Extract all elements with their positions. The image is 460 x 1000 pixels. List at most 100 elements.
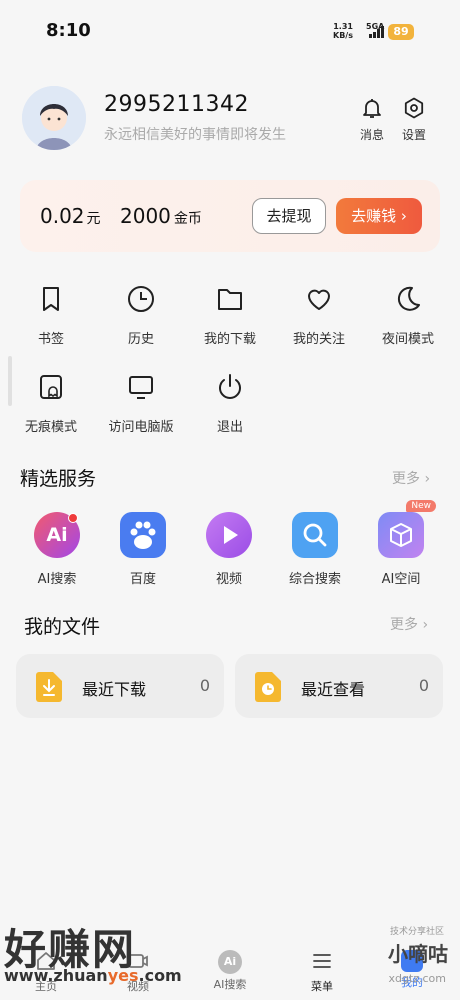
ai-icon-text: Ai — [223, 955, 237, 968]
wallet-card: 0.02 元 2000 金币 去提现 去赚钱 › — [20, 180, 440, 252]
watermark-url-part: www.zhuan — [4, 966, 108, 985]
watermark-url-highlight: yes — [107, 966, 139, 985]
service-video[interactable]: 视频 — [189, 512, 269, 587]
shortcut-label: 我的下载 — [203, 332, 256, 347]
ai-search-icon: Ai — [34, 512, 80, 558]
baidu-paw-icon — [120, 512, 166, 558]
battery-indicator: 89 — [388, 24, 414, 40]
shortcut-label: 访问电脑版 — [108, 420, 174, 435]
signal-icon — [369, 26, 384, 38]
shortcut-night-mode[interactable]: 夜间模式 — [368, 284, 448, 347]
service-general-search[interactable]: 综合搜索 — [275, 512, 355, 587]
files-title: 我的文件 — [24, 616, 101, 638]
shortcut-label: 夜间模式 — [381, 332, 434, 347]
nav-menu[interactable]: 菜单 — [290, 950, 354, 994]
file-card-count: 0 — [199, 676, 210, 695]
file-card-count: 0 — [418, 676, 429, 695]
heart-icon — [308, 289, 330, 310]
magnifier-glyph — [303, 523, 327, 547]
shortcut-desktop-site[interactable]: 访问电脑版 — [101, 372, 181, 435]
chevron-right-icon: › — [396, 207, 407, 225]
ai-space-cube-icon: New — [378, 500, 436, 558]
service-baidu[interactable]: 百度 — [103, 512, 183, 587]
shortcut-label: 我的关注 — [292, 332, 345, 347]
nav-label: AI搜索 — [213, 978, 247, 991]
service-label: 视频 — [215, 572, 242, 587]
chevron-right-icon: › — [420, 471, 431, 487]
messages-label: 消息 — [359, 128, 384, 142]
avatar-illustration — [22, 86, 86, 150]
coin-unit: 金币 — [173, 211, 202, 227]
download-file-icon — [36, 672, 62, 702]
recently-viewed-card[interactable]: 最近查看 0 — [235, 654, 443, 718]
status-bar: 8:10 1.31 KB/s 5GA 89 — [0, 0, 460, 60]
ghost-icon — [40, 375, 62, 399]
net-speed-unit: KB/s — [333, 31, 353, 40]
service-label: 百度 — [129, 572, 156, 587]
gear-icon — [404, 97, 424, 119]
bell-icon — [363, 99, 381, 118]
profile-header: 2995211342 永远相信美好的事情即将发生 消息 设置 — [0, 80, 460, 160]
messages-button[interactable]: 消息 — [350, 96, 394, 143]
ai-icon: Ai — [218, 950, 242, 974]
service-ai-space[interactable]: New AI空间 — [361, 500, 441, 587]
moon-icon — [397, 286, 420, 311]
search-icon — [292, 512, 338, 558]
settings-button[interactable]: 设置 — [392, 96, 436, 143]
bookmark-icon — [43, 287, 59, 311]
paw-glyph — [130, 521, 156, 549]
watermark-right-tagline: 技术分享社区 — [389, 927, 444, 937]
user-id: 2995211342 — [104, 92, 249, 117]
clock-icon — [128, 286, 154, 312]
featured-more-label: 更多 — [392, 471, 420, 487]
shortcut-downloads[interactable]: 我的下载 — [190, 284, 270, 347]
chevron-right-icon: › — [418, 617, 429, 633]
files-more-label: 更多 — [390, 617, 418, 633]
shortcut-history[interactable]: 历史 — [101, 284, 181, 347]
coin-value: 2000 — [120, 204, 171, 228]
shortcut-exit[interactable]: 退出 — [190, 372, 270, 435]
folder-icon — [218, 289, 242, 310]
earn-money-button[interactable]: 去赚钱 › — [336, 198, 422, 234]
nav-label: 菜单 — [311, 980, 333, 993]
featured-title: 精选服务 — [20, 468, 97, 490]
shortcut-incognito[interactable]: 无痕模式 — [11, 372, 91, 435]
avatar[interactable] — [22, 86, 86, 150]
shortcut-label: 书签 — [37, 332, 64, 347]
net-speed: 1.31 KB/s — [333, 22, 353, 40]
nav-ai-search[interactable]: Ai AI搜索 — [198, 950, 262, 992]
file-card-label: 最近查看 — [301, 680, 366, 699]
service-label: 综合搜索 — [288, 572, 341, 587]
recent-file-icon — [255, 672, 281, 702]
settings-label: 设置 — [401, 128, 426, 142]
shortcut-bookmarks[interactable]: 书签 — [11, 284, 91, 347]
shortcut-following[interactable]: 我的关注 — [279, 284, 359, 347]
cube-glyph — [390, 523, 412, 547]
play-glyph — [224, 526, 238, 544]
shortcut-label: 无痕模式 — [24, 420, 77, 435]
featured-more-link[interactable]: 更多 › — [392, 468, 430, 488]
coin-balance: 2000 金币 — [120, 204, 202, 228]
watermark-right-title: 小嘀咕 — [388, 942, 448, 966]
watermark-url-part: .com — [138, 966, 182, 985]
video-play-icon — [206, 512, 252, 558]
net-speed-value: 1.31 — [333, 22, 353, 31]
clock: 8:10 — [46, 20, 91, 41]
cash-balance: 0.02 元 — [40, 204, 101, 228]
watermark-right-url: xdgtz.com — [388, 972, 446, 985]
menu-icon — [313, 954, 331, 968]
user-motto: 永远相信美好的事情即将发生 — [104, 127, 286, 143]
ai-search-icon-text: Ai — [46, 524, 68, 546]
withdraw-button[interactable]: 去提现 — [252, 198, 326, 234]
recent-downloads-card[interactable]: 最近下载 0 — [16, 654, 224, 718]
shortcut-label: 退出 — [216, 420, 243, 435]
cash-value: 0.02 — [40, 204, 85, 228]
service-ai-search[interactable]: Ai AI搜索 — [17, 512, 97, 587]
power-icon — [219, 374, 241, 399]
files-more-link[interactable]: 更多 › — [390, 614, 428, 634]
cash-unit: 元 — [86, 211, 101, 227]
shortcut-label: 历史 — [127, 332, 154, 347]
earn-label: 去赚钱 — [351, 207, 397, 225]
file-card-label: 最近下载 — [82, 680, 147, 699]
watermark-url: www.zhuanyes.com — [4, 966, 182, 985]
